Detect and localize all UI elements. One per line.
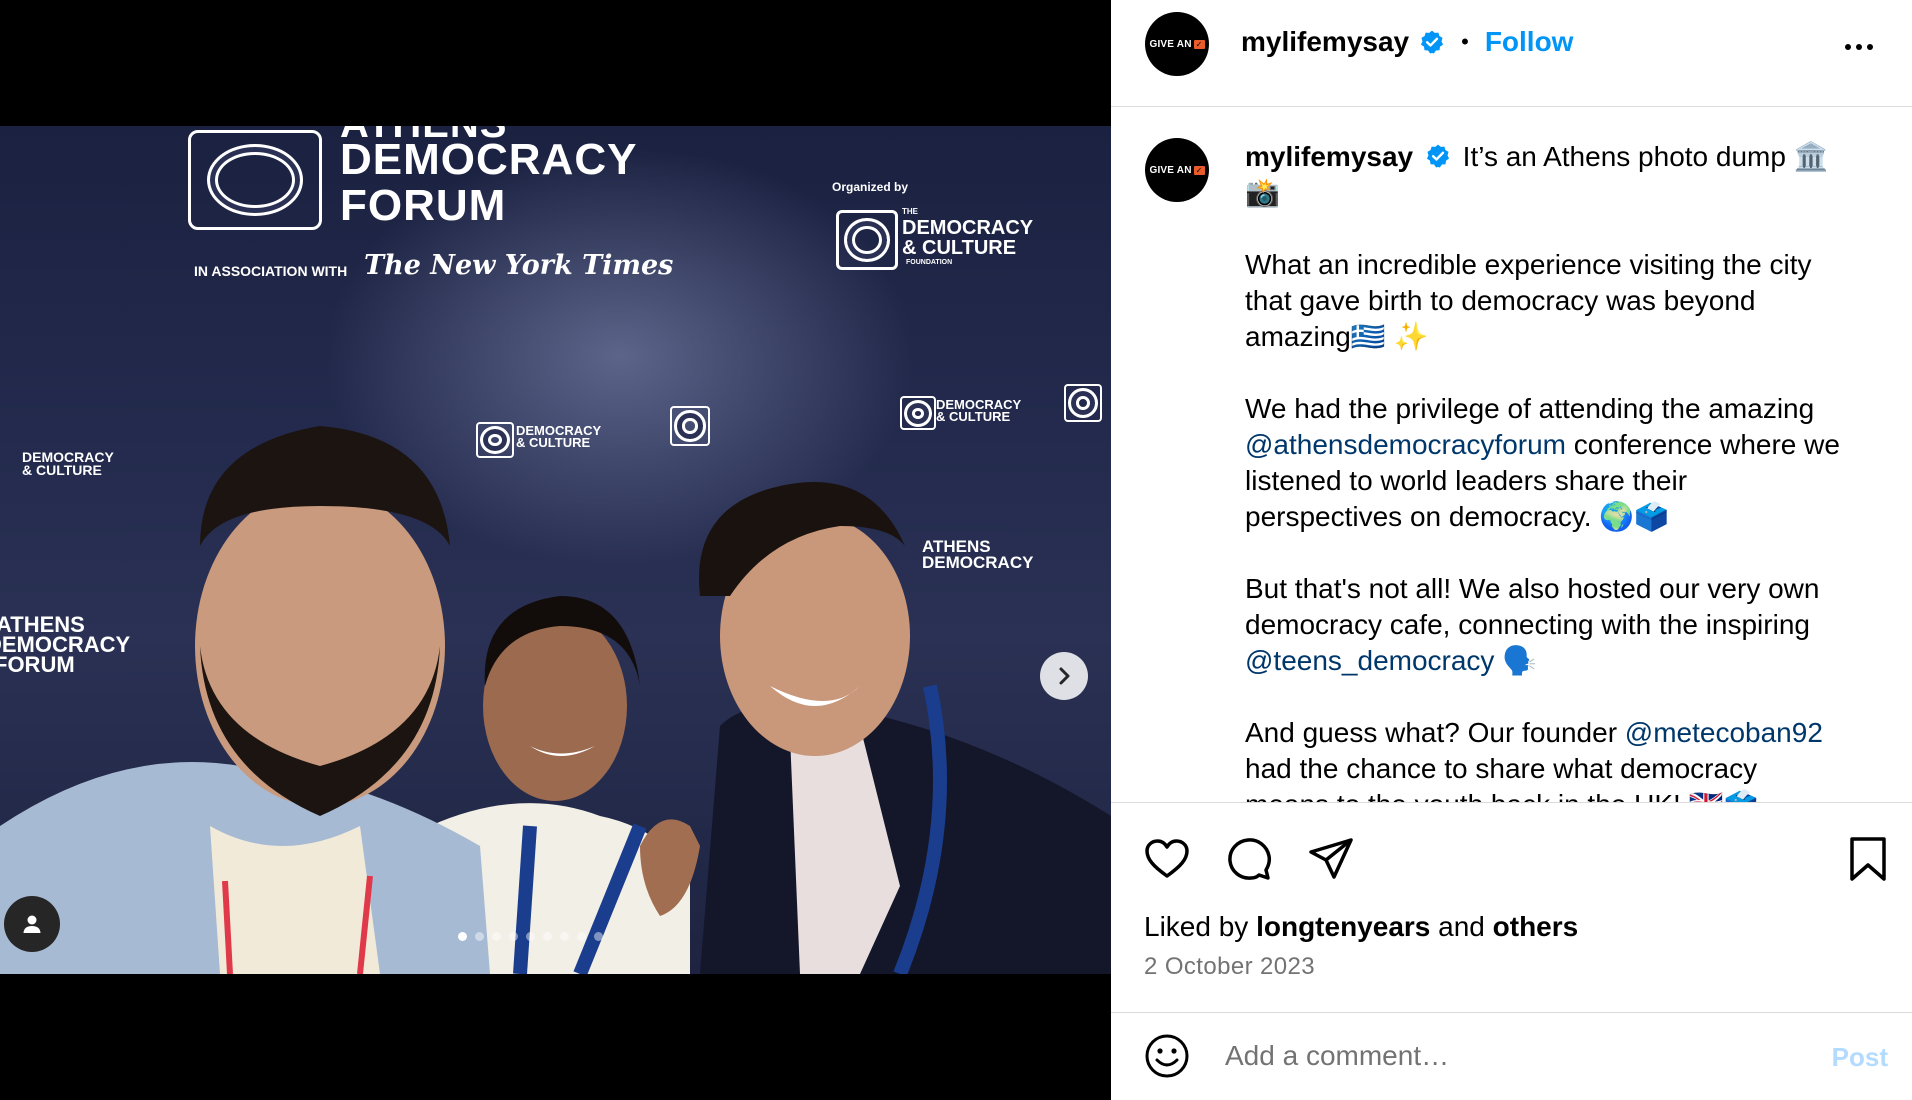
caption-paragraph-3: But that's not all! We also hosted our v… [1245, 571, 1845, 679]
post-header: GIVE AN ✓ mylifemysay • Follow [1111, 0, 1912, 107]
more-options-icon[interactable] [1842, 30, 1876, 64]
carousel-next-button[interactable] [1040, 652, 1088, 700]
people-illustration [0, 426, 1111, 974]
caption-paragraph-2: We had the privilege of attending the am… [1245, 391, 1845, 535]
follow-button[interactable]: Follow [1485, 26, 1574, 58]
post-media: ATHENS DEMOCRACY FORUM IN ASSOCIATION WI… [0, 0, 1111, 1100]
avatar-text: GIVE AN [1149, 38, 1192, 50]
caption-author-avatar[interactable]: GIVE AN ✓ [1145, 138, 1209, 202]
carousel-dot [458, 932, 467, 941]
caption-first-line: It’s an Athens photo dump 🏛️ [1462, 141, 1829, 172]
caption-text: But that's not all! We also hosted our v… [1245, 573, 1820, 640]
likes-summary: Liked by longtenyears and others [1144, 911, 1578, 943]
liked-by-user[interactable]: longtenyears [1256, 911, 1430, 942]
carousel-dot [577, 932, 586, 941]
post-photo[interactable]: ATHENS DEMOCRACY FORUM IN ASSOCIATION WI… [0, 126, 1111, 974]
mention-athensdemocracyforum[interactable]: @athensdemocracyforum [1245, 429, 1566, 460]
mention-metecoban92[interactable]: @metecoban92 [1625, 717, 1823, 748]
likes-prefix: Liked by [1144, 911, 1257, 942]
bookmark-icon[interactable] [1846, 835, 1890, 883]
caption-text: And guess what? Our founder [1245, 717, 1625, 748]
carousel-dot [475, 932, 484, 941]
caption-username[interactable]: mylifemysay [1245, 141, 1413, 172]
mention-teens-democracy[interactable]: @teens_democracy [1245, 645, 1494, 676]
caption-text: We had the privilege of attending the am… [1245, 393, 1815, 424]
avatar-text: GIVE AN [1149, 164, 1192, 176]
share-icon[interactable] [1307, 835, 1355, 883]
carousel-dot [543, 932, 552, 941]
post-date[interactable]: 2 October 2023 [1144, 953, 1315, 981]
post-caption: mylifemysay It’s an Athens photo dump 🏛️… [1245, 139, 1845, 802]
user-tag-icon [23, 915, 41, 933]
carousel-indicator [458, 932, 603, 941]
chevron-right-icon [1059, 667, 1070, 685]
emoji-icon[interactable] [1143, 1032, 1191, 1080]
caption-area[interactable]: GIVE AN ✓ mylifemysay It’s an Athens phot… [1111, 107, 1912, 802]
post-details-panel: GIVE AN ✓ mylifemysay • Follow GIVE AN ✓ m… [1111, 0, 1912, 1100]
caption-first-line-emoji: 📸 [1245, 177, 1280, 208]
comment-input[interactable] [1223, 1030, 1787, 1082]
carousel-dot [492, 932, 501, 941]
caption-text: 🗣️ [1494, 645, 1538, 676]
author-avatar[interactable]: GIVE AN ✓ [1145, 12, 1209, 76]
carousel-dot [594, 932, 603, 941]
post-actions: Liked by longtenyears and others 2 Octob… [1111, 802, 1912, 1013]
heart-icon[interactable] [1143, 835, 1191, 883]
author-username[interactable]: mylifemysay [1241, 26, 1409, 58]
header-separator: • [1461, 29, 1469, 54]
carousel-dot [526, 932, 535, 941]
comment-bar: Post [1111, 1012, 1912, 1100]
tagged-users-button[interactable] [4, 896, 60, 952]
caption-text: had the chance to share what democracy m… [1245, 753, 1758, 802]
verified-badge-icon [1426, 144, 1449, 168]
likes-middle: and [1430, 911, 1493, 942]
carousel-dot [560, 932, 569, 941]
caption-paragraph-1: What an incredible experience visiting t… [1245, 249, 1812, 352]
carousel-dot [509, 932, 518, 941]
caption-paragraph-4: And guess what? Our founder @metecoban92… [1245, 715, 1845, 802]
verified-badge-icon [1421, 30, 1444, 54]
post-comment-button[interactable]: Post [1832, 1042, 1888, 1073]
liked-by-others[interactable]: others [1493, 911, 1579, 942]
comment-icon[interactable] [1225, 835, 1273, 883]
